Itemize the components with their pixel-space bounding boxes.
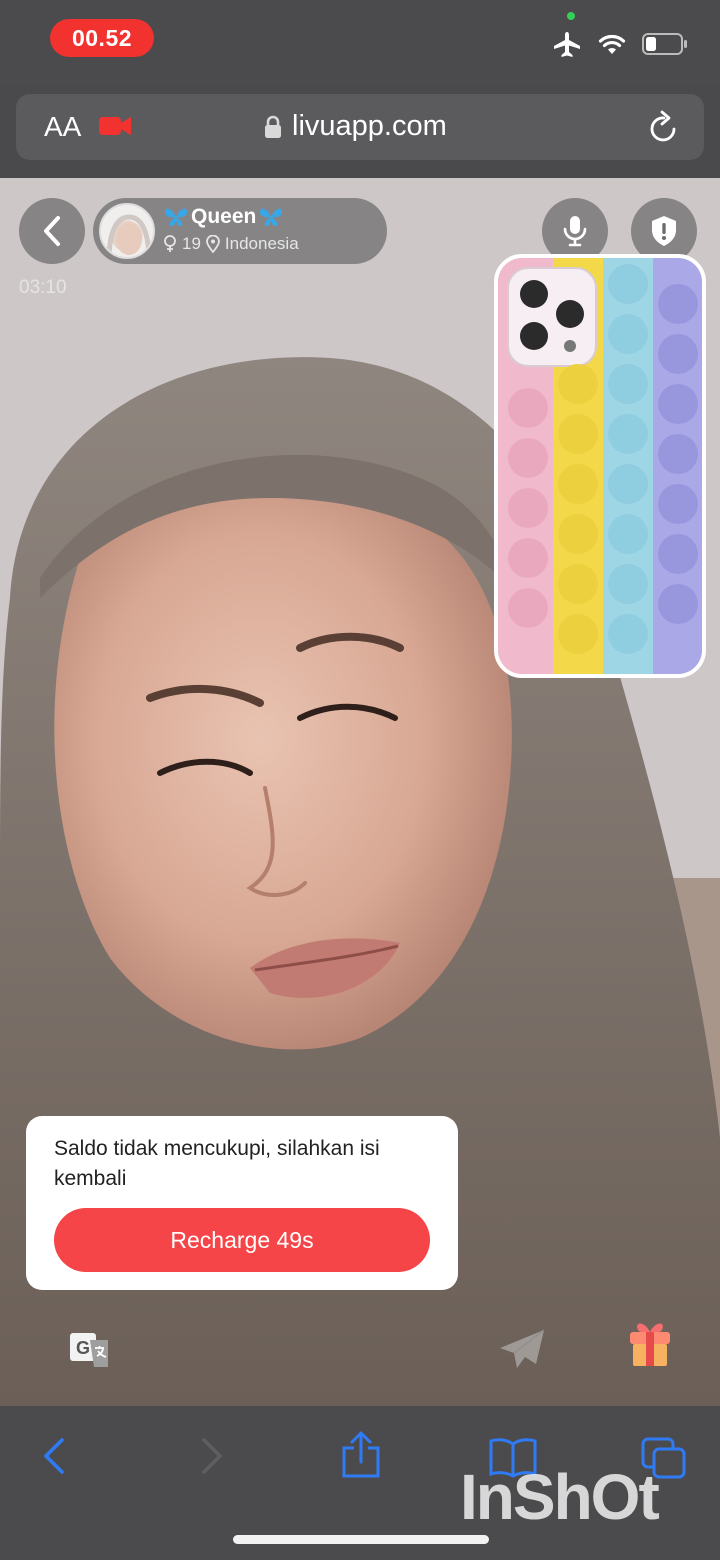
send-icon[interactable] — [498, 1328, 546, 1370]
inshot-watermark: InShOt — [460, 1461, 660, 1533]
caller-country: Indonesia — [224, 234, 299, 253]
battery-icon — [642, 33, 687, 55]
reload-icon[interactable] — [648, 110, 680, 144]
airplane-icon — [554, 32, 580, 57]
call-timer: 03:10 — [19, 277, 67, 298]
status-icons — [552, 30, 688, 58]
recharge-dialog: Saldo tidak mencukupi, silahkan isi kemb… — [26, 1116, 458, 1290]
shield-icon — [652, 216, 676, 246]
privacy-indicator-dot — [567, 12, 575, 20]
back-icon[interactable] — [40, 1436, 70, 1476]
text-size-button[interactable]: AA — [44, 111, 81, 143]
translate-icon[interactable]: G — [68, 1330, 112, 1370]
chevron-left-icon — [44, 216, 60, 246]
lock-icon — [265, 115, 281, 138]
home-indicator[interactable] — [233, 1535, 489, 1544]
status-bar: 00.52 — [0, 0, 720, 85]
call-back-button[interactable] — [19, 198, 85, 264]
self-video-preview[interactable] — [494, 254, 706, 678]
butterfly-icon — [165, 208, 187, 226]
share-icon[interactable] — [340, 1430, 382, 1480]
recharge-message: Saldo tidak mencukupi, silahkan isi kemb… — [54, 1137, 380, 1190]
location-pin-icon — [206, 235, 220, 253]
svg-text:G: G — [76, 1338, 90, 1358]
caller-name-row: Queen — [163, 205, 284, 229]
butterfly-icon — [260, 208, 283, 226]
mic-icon — [563, 216, 587, 247]
avatar[interactable] — [99, 203, 155, 259]
wifi-icon — [598, 34, 626, 54]
address-bar[interactable]: AA livuapp.com — [16, 94, 704, 160]
caller-meta-row: 19 Indonesia — [163, 234, 299, 254]
recharge-button-label: Recharge 49s — [170, 1226, 314, 1253]
recharge-button[interactable]: Recharge 49s — [54, 1208, 430, 1272]
forward-icon[interactable] — [196, 1436, 226, 1476]
self-video-feed — [498, 258, 702, 674]
caller-name: Queen — [191, 205, 257, 228]
caller-age: 19 — [182, 234, 201, 253]
screen-record-icon[interactable] — [98, 114, 132, 138]
gender-icon — [164, 235, 176, 252]
url-display[interactable]: livuapp.com — [264, 110, 447, 143]
text-size-label: AA — [44, 111, 82, 142]
video-call-view[interactable]: Queen 19 Indonesia 03:10 Saldo tidak men… — [0, 178, 720, 1406]
gift-icon[interactable] — [626, 1318, 674, 1370]
status-time[interactable]: 00.52 — [50, 19, 154, 57]
caller-profile-pill[interactable]: Queen 19 Indonesia — [93, 198, 387, 264]
url-text: livuapp.com — [292, 110, 447, 142]
